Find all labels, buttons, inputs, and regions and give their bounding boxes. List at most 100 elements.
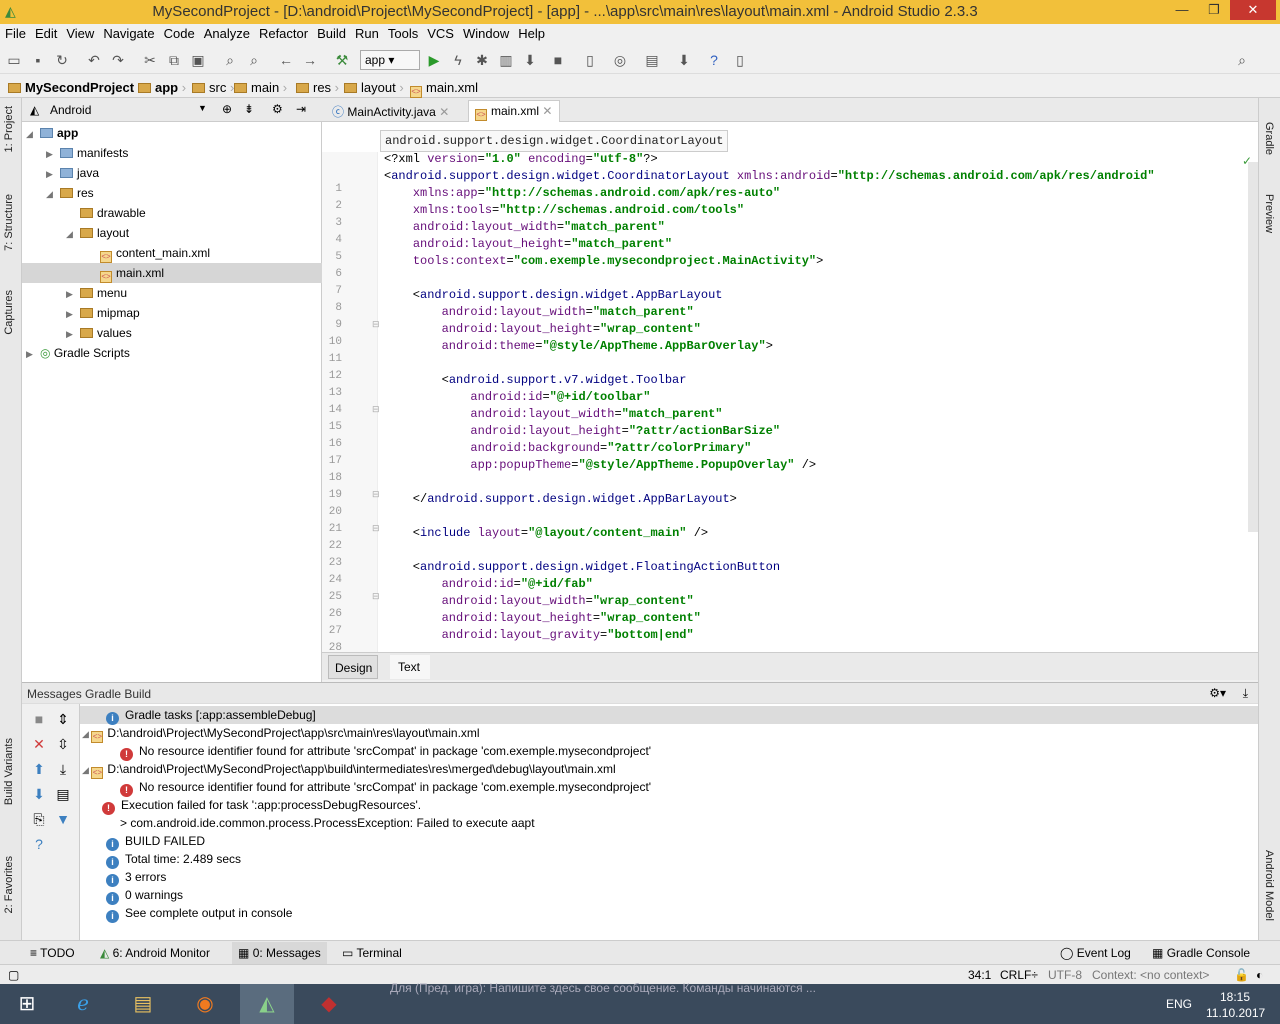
expand-arrow-icon[interactable]: ▶ xyxy=(46,164,60,184)
tree-item-layout[interactable]: ◢ layout xyxy=(22,223,322,243)
expand-all-icon[interactable]: ⇕ xyxy=(54,710,72,728)
code-line[interactable]: </android.support.design.widget.AppBarLa… xyxy=(384,492,737,506)
inspector-icon[interactable]: ◐ xyxy=(1256,968,1263,982)
make-icon[interactable]: ⚒ xyxy=(332,50,352,70)
message-row[interactable]: i0 warnings xyxy=(80,886,1258,905)
expand-arrow-icon[interactable]: ◢ xyxy=(26,124,40,144)
tab-project[interactable]: 1: Project xyxy=(3,106,15,152)
tree-item-values[interactable]: ▶ values xyxy=(22,323,322,343)
code-line[interactable]: <android.support.design.widget.Coordinat… xyxy=(384,169,1155,183)
copy-icon[interactable]: ⧉ xyxy=(164,50,184,70)
expand-arrow-icon[interactable]: ▶ xyxy=(66,304,80,324)
project-structure-icon[interactable]: ▤ xyxy=(642,50,662,70)
device-icon[interactable]: ▯ xyxy=(730,50,750,70)
run-icon[interactable]: ▶ xyxy=(424,50,444,70)
code-editor[interactable]: 1 2 3 4 5 6 7 8 9 ⊟ 10 11 12 13 14 ⊟ 15 16 17 18 19 ⊟ 20 21 ⊟ 22 2… xyxy=(322,122,1258,671)
project-view-select[interactable]: Android xyxy=(50,103,91,117)
tree-item-java[interactable]: ▶ java xyxy=(22,163,322,183)
tab-gradle[interactable]: Gradle xyxy=(1263,122,1275,155)
code-line[interactable]: android:layout_width="match_parent" xyxy=(384,305,694,319)
stop-icon[interactable]: ■ xyxy=(548,50,568,70)
fold-icon[interactable]: ⊟ xyxy=(372,489,380,500)
target-icon[interactable]: ⊕ xyxy=(222,102,232,116)
menu-item-file[interactable]: File xyxy=(0,24,30,41)
code-line[interactable]: app:popupTheme="@style/AppTheme.PopupOve… xyxy=(384,458,816,472)
message-row[interactable]: > com.android.ide.common.process.Process… xyxy=(80,814,1258,832)
tab-build-variants[interactable]: Build Variants xyxy=(3,738,15,805)
menu-item-tools[interactable]: Tools xyxy=(383,24,422,41)
tree-item-manifests[interactable]: ▶ manifests xyxy=(22,143,322,163)
message-row[interactable]: i Total time: 2.489 secs xyxy=(80,850,1258,869)
tree-item-drawable[interactable]: drawable xyxy=(22,203,322,223)
code-line[interactable]: android:layout_width="match_parent" xyxy=(384,407,722,421)
close-button[interactable]: ✕ xyxy=(1230,0,1276,20)
expand-arrow-icon[interactable]: ◢ xyxy=(46,184,60,204)
chevron-down-icon[interactable]: ▼ xyxy=(198,103,207,113)
export-to-text-icon[interactable]: ⎘ xyxy=(30,810,48,828)
tab-gradle-console[interactable]: ▦ Gradle Console xyxy=(1152,946,1250,960)
tree-item-res[interactable]: ◢ res xyxy=(22,183,322,203)
windows-start-icon[interactable]: ⊞ xyxy=(0,984,54,1024)
breadcrumb-item[interactable]: app › xyxy=(138,80,186,95)
fold-icon[interactable]: ⊟ xyxy=(372,591,380,602)
code-line[interactable]: android:theme="@style/AppTheme.AppBarOve… xyxy=(384,339,773,353)
tab-android-model[interactable]: Android Model xyxy=(1263,850,1275,921)
tree-item-gradle-scripts[interactable]: ▶ ◎ Gradle Scripts xyxy=(22,343,322,363)
firefox-icon[interactable]: ◉ xyxy=(178,984,232,1024)
instant-run-icon[interactable]: ϟ xyxy=(448,50,468,70)
tab-preview[interactable]: Preview xyxy=(1263,194,1275,233)
cut-icon[interactable]: ✂ xyxy=(140,50,160,70)
undo-icon[interactable]: ↶ xyxy=(84,50,104,70)
hide-icon[interactable]: ⤓ xyxy=(1243,686,1248,701)
line-separator[interactable]: CRLF÷ xyxy=(1000,968,1038,982)
expand-arrow-icon[interactable]: ◢ xyxy=(82,765,91,775)
back-icon[interactable]: ← xyxy=(276,50,296,70)
search-icon[interactable]: ⌕ xyxy=(1232,50,1252,70)
gradle-sync-icon[interactable]: ◎ xyxy=(610,50,630,70)
editor-scrollbar[interactable] xyxy=(1248,162,1258,532)
minimize-button[interactable]: — xyxy=(1166,0,1198,20)
clock-date[interactable]: 11.10.2017 xyxy=(1206,1006,1265,1020)
dota-icon[interactable]: ◆ xyxy=(302,984,356,1024)
internet-explorer-icon[interactable]: ℯ xyxy=(56,984,110,1024)
avd-manager-icon[interactable]: ▯ xyxy=(580,50,600,70)
expand-arrow-icon[interactable]: ◢ xyxy=(66,224,80,244)
stop-icon[interactable]: ■ xyxy=(30,710,48,728)
paste-icon[interactable]: ▣ xyxy=(188,50,208,70)
collapse-icon[interactable]: ⇟ xyxy=(244,102,254,116)
tab-terminal[interactable]: ▭ Terminal xyxy=(342,946,402,960)
breadcrumb-item[interactable]: layout › xyxy=(344,80,404,95)
debug-icon[interactable]: ✱ xyxy=(472,50,492,70)
fold-icon[interactable]: ⊟ xyxy=(372,523,380,534)
menu-item-window[interactable]: Window xyxy=(458,24,513,41)
message-row[interactable]: i3 errors xyxy=(80,868,1258,887)
clock-time[interactable]: 18:15 xyxy=(1220,990,1250,1004)
menu-item-build[interactable]: Build xyxy=(312,24,350,41)
code-line[interactable]: android:layout_gravity="bottom|end" xyxy=(384,628,694,642)
tree-item-main-xml[interactable]: <> main.xml xyxy=(22,263,322,283)
expand-arrow-icon[interactable]: ▶ xyxy=(46,144,60,164)
profile-icon[interactable]: ▥ xyxy=(496,50,516,70)
collapse-all-icon[interactable]: ⇳ xyxy=(54,735,72,753)
message-row[interactable]: ◢ <> D:\android\Project\MySecondProject\a… xyxy=(80,760,1258,779)
breadcrumb-item[interactable]: src › xyxy=(192,80,234,95)
expand-arrow-icon[interactable]: ▶ xyxy=(66,284,80,304)
menu-item-navigate[interactable]: Navigate xyxy=(98,24,158,41)
message-row[interactable]: i See complete output in console xyxy=(80,904,1258,923)
code-line[interactable]: xmlns:app="http://schemas.android.com/ap… xyxy=(384,186,780,200)
code-line[interactable]: android:layout_height="wrap_content" xyxy=(384,322,701,336)
save-icon[interactable]: ▪ xyxy=(28,50,48,70)
breadcrumb-item[interactable]: <> main.xml xyxy=(410,80,478,98)
gear-icon[interactable]: ⚙▾ xyxy=(1209,686,1226,700)
console-icon[interactable]: ▤ xyxy=(54,785,72,803)
run-configuration-select[interactable]: app ▾ xyxy=(360,50,420,70)
code-line[interactable]: tools:context="com.exemple.mysecondproje… xyxy=(384,254,823,268)
replace-icon[interactable]: ⌕ xyxy=(244,50,264,70)
language-indicator[interactable]: ENG xyxy=(1166,997,1192,1011)
hide-icon[interactable]: ⇥ xyxy=(296,102,306,116)
code-line[interactable]: <android.support.design.widget.FloatingA… xyxy=(384,560,780,574)
tab-favorites[interactable]: 2: Favorites xyxy=(3,856,15,913)
filter-icon[interactable]: ▼ xyxy=(54,810,72,828)
message-row[interactable]: ! Execution failed for task ':app:process… xyxy=(80,796,1258,815)
menu-item-run[interactable]: Run xyxy=(350,24,383,41)
